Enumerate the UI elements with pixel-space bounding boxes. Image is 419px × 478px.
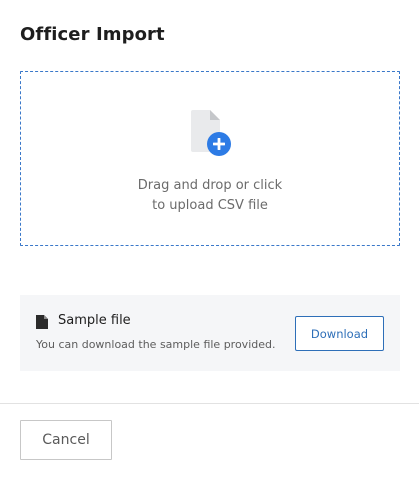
sample-file-title: Sample file (58, 313, 131, 328)
dropzone-instruction: Drag and drop or click (137, 178, 283, 193)
sample-file-description: You can download the sample file provide… (36, 338, 276, 351)
modal-title: Officer Import (20, 24, 165, 45)
file-add-icon (191, 110, 231, 156)
document-icon (36, 314, 48, 329)
footer-divider (0, 403, 419, 404)
dropzone-instruction-sub: to upload CSV file (152, 198, 268, 213)
cancel-button[interactable]: Cancel (20, 420, 112, 460)
download-button[interactable]: Download (295, 316, 384, 351)
sample-file-panel: Sample file You can download the sample … (20, 295, 400, 371)
csv-dropzone[interactable]: Drag and drop or click to upload CSV fil… (20, 71, 400, 246)
